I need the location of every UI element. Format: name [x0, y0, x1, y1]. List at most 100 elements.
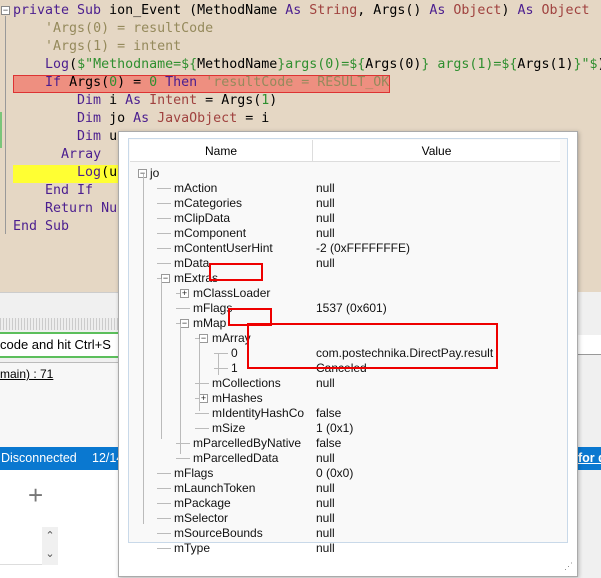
code-token: ) =: [117, 75, 150, 90]
fold-collapse-icon[interactable]: −: [1, 6, 10, 15]
tree-row-value: null: [316, 541, 335, 555]
list-box[interactable]: ⌃ ⌄: [0, 527, 58, 565]
right-panel: for de: [578, 292, 601, 578]
tree-row-name[interactable]: mType: [174, 541, 210, 556]
expand-icon[interactable]: +: [180, 289, 189, 298]
tree-row-name[interactable]: mCategories: [174, 196, 242, 211]
tree-row-name[interactable]: mPackage: [174, 496, 231, 511]
tree-row-name[interactable]: mFlags: [174, 466, 213, 481]
log-link[interactable]: main) : 71: [0, 367, 53, 381]
code-line[interactable]: End If: [13, 182, 93, 200]
tree-row-value: false: [316, 436, 342, 450]
code-line[interactable]: Dim u: [13, 128, 117, 146]
code-token: $"Methodname=${: [77, 57, 198, 72]
tree-row-value: null: [316, 496, 335, 510]
code-token: Then: [165, 75, 206, 90]
code-token: String: [309, 3, 358, 18]
highlight-mExtras: [209, 263, 263, 281]
tree-row-name[interactable]: mHashes: [212, 391, 263, 406]
scroll-arrows[interactable]: ⌃ ⌄: [42, 527, 58, 565]
code-line[interactable]: 'Args(1) = intent: [13, 38, 181, 56]
tree-connector: [214, 368, 228, 369]
tree-row-name[interactable]: mClipData: [174, 211, 230, 226]
code-token: } args(1)=${: [421, 57, 518, 72]
code-token: jo: [109, 111, 134, 126]
code-token: MethodName: [197, 57, 278, 72]
tree-guide: [180, 324, 181, 454]
tree-row-name[interactable]: mSelector: [174, 511, 228, 526]
tree-row-name[interactable]: mLaunchToken: [174, 481, 255, 496]
code-token: End Sub: [13, 219, 70, 234]
code-line[interactable]: Log($"Methodname=${MethodName}args(0)=${…: [13, 56, 601, 74]
tree-row-value: null: [316, 376, 335, 390]
code-line[interactable]: Log(u: [13, 164, 117, 182]
tree-connector: [195, 428, 209, 429]
tree-row-name[interactable]: mComponent: [174, 226, 246, 241]
tree-row-value: null: [316, 451, 335, 465]
fold-line: [5, 16, 6, 234]
tree-row-name[interactable]: mData: [174, 256, 209, 271]
code-line[interactable]: If Args(0) = 0 Then 'resultCode = RESULT…: [13, 74, 389, 92]
watch-tree-grid[interactable]: Name Value jo − mAction null mCategories null…: [128, 138, 568, 555]
code-token: 'Args(1) = intent: [45, 39, 182, 54]
code-line[interactable]: private Sub ion_Event (MethodName As Str…: [13, 2, 590, 20]
tree-connector: [214, 353, 228, 354]
status-date: 12/14: [92, 451, 118, 465]
scroll-up-icon[interactable]: ⌃: [42, 527, 58, 545]
tree-row-name[interactable]: mFlags: [193, 301, 232, 316]
collapse-icon[interactable]: −: [161, 274, 170, 283]
collapse-icon[interactable]: −: [180, 319, 189, 328]
scroll-down-icon[interactable]: ⌄: [42, 545, 58, 563]
resize-grip-icon[interactable]: ⋰: [564, 561, 573, 572]
column-header-value[interactable]: Value: [313, 140, 560, 162]
tree-connector: [157, 533, 171, 534]
tree-row-name[interactable]: 0: [231, 346, 238, 361]
tree-row-name[interactable]: mIdentityHashCo: [212, 406, 304, 421]
tree-row-name[interactable]: mParcelledByNative: [193, 436, 301, 451]
code-token: Return: [45, 201, 102, 216]
code-line[interactable]: End Sub: [13, 218, 69, 236]
tree-connector: [157, 473, 171, 474]
connection-status: Disconnected: [1, 451, 77, 465]
code-token: 'Args(0) = resultCode: [45, 21, 214, 36]
tree-row-name[interactable]: 1: [231, 361, 238, 376]
tree-row-name[interactable]: jo: [150, 166, 159, 181]
tree-row-name[interactable]: mMap: [193, 316, 226, 331]
tree-row-name[interactable]: mClassLoader: [193, 286, 270, 301]
tree-connector: [157, 518, 171, 519]
collapse-icon[interactable]: −: [199, 334, 208, 343]
code-line[interactable]: Return Nu: [13, 200, 117, 218]
status-link[interactable]: for de: [578, 447, 601, 470]
code-line[interactable]: 'Args(0) = resultCode: [13, 20, 213, 38]
right-input[interactable]: [578, 335, 601, 355]
column-header-name[interactable]: Name: [130, 140, 313, 162]
splitter[interactable]: [0, 318, 118, 330]
tree-row-value: null: [316, 256, 335, 270]
tree-row-name[interactable]: mContentUserHint: [174, 241, 273, 256]
tree-row-name[interactable]: mArray: [212, 331, 251, 346]
tree-row-name[interactable]: mCollections: [212, 376, 281, 391]
code-line[interactable]: Dim i As Intent = Args(1): [13, 92, 277, 110]
toolbar-strip: [0, 292, 118, 312]
code-token: private Sub: [13, 3, 110, 18]
tree-row-name[interactable]: mSize: [212, 421, 245, 436]
tree-row-name[interactable]: mAction: [174, 181, 217, 196]
code-line[interactable]: Array: [13, 146, 101, 164]
code-token: Args(: [69, 75, 110, 90]
tree-guide: [161, 279, 162, 439]
tree-connector: [157, 263, 171, 264]
tree-row-name[interactable]: mSourceBounds: [174, 526, 263, 541]
watch-popup[interactable]: Name Value jo − mAction null mCategories null…: [118, 131, 578, 577]
logs-panel: main) : 71: [0, 362, 118, 457]
tree-row-name[interactable]: mParcelledData: [193, 451, 278, 466]
code-token: Intent: [149, 93, 198, 108]
add-icon[interactable]: +: [28, 480, 43, 511]
expand-icon[interactable]: +: [199, 394, 208, 403]
code-token: u: [109, 129, 118, 144]
code-line[interactable]: Dim jo As JavaObject = i: [13, 110, 269, 128]
